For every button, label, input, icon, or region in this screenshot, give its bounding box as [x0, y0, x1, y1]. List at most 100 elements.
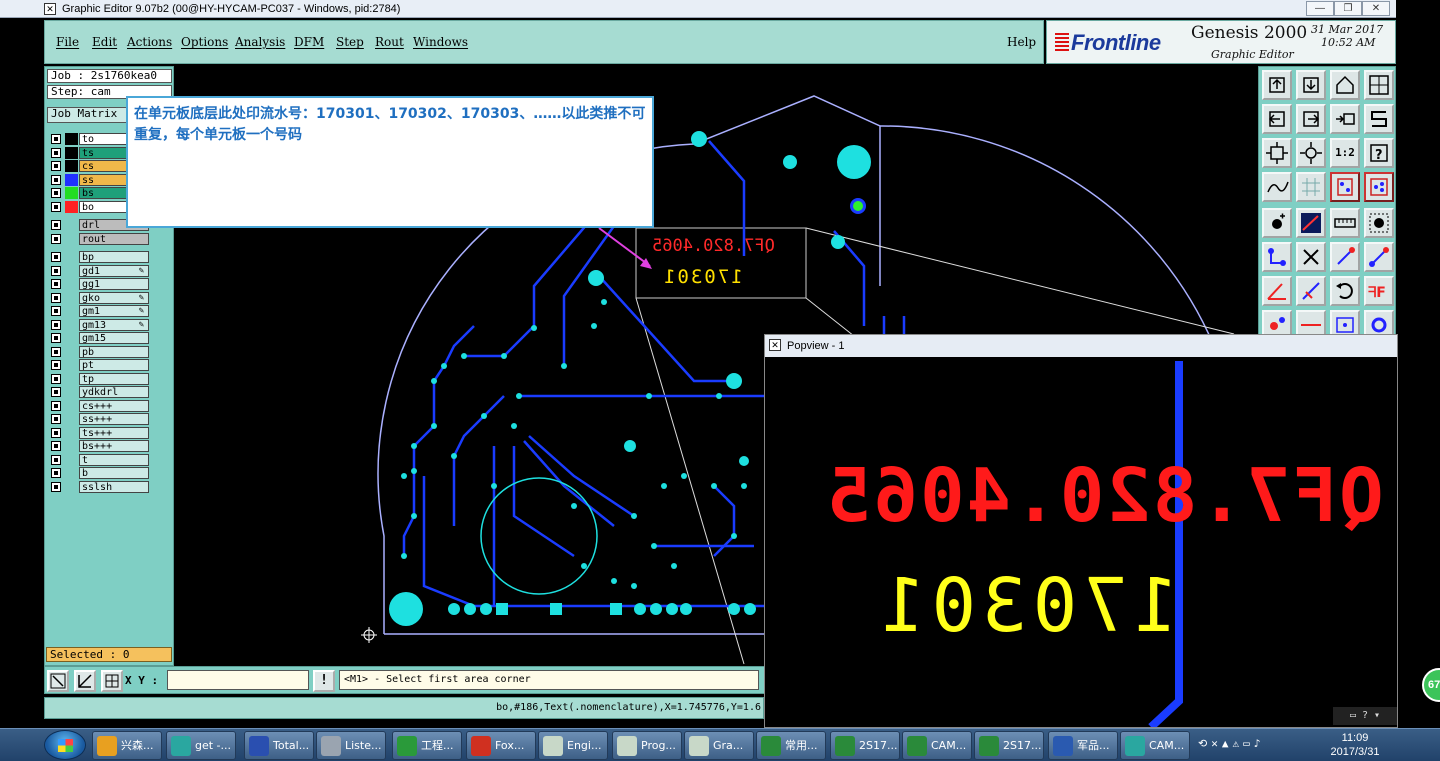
- layer-row-rout[interactable]: rout: [49, 232, 149, 245]
- layer-checkbox[interactable]: [51, 279, 61, 289]
- menu-file[interactable]: File: [56, 35, 79, 49]
- menu-options[interactable]: Options: [181, 35, 228, 49]
- taskbar-item[interactable]: Engi...: [538, 731, 608, 760]
- mirror-text-icon[interactable]: ᖷF: [1364, 276, 1394, 306]
- layer-checkbox[interactable]: [51, 174, 61, 185]
- layer-row-gm1[interactable]: gm1 ✎: [49, 305, 149, 317]
- measure-tool-button[interactable]: [74, 670, 96, 692]
- line-draw-icon[interactable]: [1296, 276, 1326, 306]
- layer-row-ydkdrl[interactable]: ydkdrl: [49, 386, 149, 398]
- grid-tool-button[interactable]: [101, 670, 123, 692]
- layer-checkbox[interactable]: [51, 188, 61, 198]
- taskbar-item[interactable]: CAM...: [1120, 731, 1190, 760]
- layer-row-gko[interactable]: gko ✎: [49, 291, 149, 304]
- taskbar-item[interactable]: Liste...: [316, 731, 386, 760]
- stretch-node-icon[interactable]: [1364, 242, 1394, 272]
- taskbar-item[interactable]: 2S17...: [830, 731, 900, 760]
- menu-analysis[interactable]: Analysis: [235, 35, 285, 49]
- layer-name[interactable]: pb: [79, 345, 149, 358]
- layer-color-swatch[interactable]: [65, 173, 78, 186]
- taskbar-item[interactable]: Gra...: [684, 731, 754, 760]
- layer-name[interactable]: b: [79, 467, 149, 479]
- layer-checkbox[interactable]: [51, 360, 61, 370]
- circle-select-icon[interactable]: [1364, 208, 1394, 238]
- split-view-icon[interactable]: [1364, 70, 1394, 100]
- layer-toggle-icon[interactable]: [1330, 172, 1360, 202]
- layer-row-gm13[interactable]: gm13 ✎: [49, 318, 149, 331]
- swap-icon[interactable]: [1330, 104, 1360, 134]
- layer-color-swatch[interactable]: [65, 200, 78, 213]
- layer-color-swatch[interactable]: [65, 146, 78, 159]
- layer-checkbox[interactable]: [51, 373, 61, 384]
- popview-window[interactable]: ✕ Popview - 1 QF7.820.4065 170301 ▭ ? ▾: [764, 334, 1398, 728]
- layer-name[interactable]: ss+++: [79, 413, 149, 425]
- move-node-icon[interactable]: [1330, 242, 1360, 272]
- taskbar-item[interactable]: 常用...: [756, 731, 826, 760]
- taskbar-item[interactable]: Total...: [244, 731, 314, 760]
- layer-color-swatch[interactable]: [65, 160, 78, 172]
- menu-edit[interactable]: Edit: [92, 35, 117, 49]
- clock[interactable]: 11:09 2017/3/31: [1322, 731, 1388, 759]
- layer-checkbox[interactable]: [51, 161, 61, 171]
- select-tool-button[interactable]: [47, 670, 69, 692]
- layer-checkbox[interactable]: [51, 252, 61, 262]
- layer-row-tsplusplusplus[interactable]: ts+++: [49, 426, 149, 439]
- layer-name[interactable]: ts+++: [79, 426, 149, 439]
- layer-checkbox[interactable]: [51, 387, 61, 397]
- layer-name[interactable]: gd1 ✎: [79, 264, 149, 277]
- house-icon[interactable]: [1330, 70, 1360, 100]
- layer-name[interactable]: gko ✎: [79, 291, 149, 304]
- pan-left-icon[interactable]: [1262, 104, 1292, 134]
- layer-row-bsplusplusplus[interactable]: bs+++: [49, 440, 149, 452]
- layer-checkbox[interactable]: [51, 292, 61, 303]
- layer-color-swatch[interactable]: [65, 187, 78, 199]
- layer-name[interactable]: bs+++: [79, 440, 149, 452]
- pad-tool-icon[interactable]: [1262, 310, 1292, 336]
- home-up-icon[interactable]: [1262, 70, 1292, 100]
- layer-row-t[interactable]: t: [49, 453, 149, 466]
- layer-row-tp[interactable]: tp: [49, 372, 149, 385]
- layer-checkbox[interactable]: [51, 220, 61, 230]
- menu-windows[interactable]: Windows: [413, 35, 468, 49]
- layer-checkbox[interactable]: [51, 414, 61, 424]
- taskbar-item[interactable]: Prog...: [612, 731, 682, 760]
- taskbar-item[interactable]: 工程...: [392, 731, 462, 760]
- graph-tool-icon[interactable]: [1262, 172, 1292, 202]
- pad-add-icon[interactable]: [1262, 208, 1292, 238]
- layer-row-bp[interactable]: bp: [49, 251, 149, 263]
- layer-checkbox[interactable]: [51, 147, 61, 158]
- menu-rout[interactable]: Rout: [375, 35, 404, 49]
- taskbar-item[interactable]: 军品...: [1048, 731, 1118, 760]
- taskbar-item[interactable]: CAM...: [902, 731, 972, 760]
- minimize-button[interactable]: —: [1306, 1, 1334, 16]
- layer-checkbox[interactable]: [51, 481, 61, 492]
- alert-icon[interactable]: !: [313, 670, 335, 692]
- layer-name[interactable]: sslsh: [79, 480, 149, 493]
- menu-help[interactable]: Help: [1007, 35, 1036, 49]
- layer-checkbox[interactable]: [51, 454, 61, 465]
- taskbar-item[interactable]: 兴森...: [92, 731, 162, 760]
- layer-name[interactable]: pt: [79, 359, 149, 371]
- maximize-button[interactable]: ❐: [1334, 1, 1362, 16]
- layer-checkbox[interactable]: [51, 346, 61, 357]
- xy-input[interactable]: [167, 670, 309, 690]
- layer-checkbox[interactable]: [51, 233, 61, 244]
- layer-checkbox[interactable]: [51, 134, 61, 144]
- layer-name[interactable]: tp: [79, 372, 149, 385]
- snake-icon[interactable]: [1364, 104, 1394, 134]
- layer-checkbox[interactable]: [51, 265, 61, 276]
- line-tool-icon[interactable]: [1296, 310, 1326, 336]
- node-connect-icon[interactable]: [1262, 242, 1292, 272]
- pan-right-icon[interactable]: [1296, 104, 1326, 134]
- grid-icon[interactable]: [1296, 172, 1326, 202]
- close-button[interactable]: ✕: [1362, 1, 1390, 16]
- floating-badge[interactable]: 67: [1422, 668, 1440, 702]
- layer-name[interactable]: t: [79, 453, 149, 466]
- layer-checkbox[interactable]: [51, 400, 61, 411]
- layer-name[interactable]: gm15: [79, 332, 149, 344]
- popview-canvas[interactable]: QF7.820.4065 170301 ▭ ? ▾: [771, 361, 1397, 727]
- scale-1-2-icon[interactable]: 1:2: [1330, 138, 1360, 168]
- menu-dfm[interactable]: DFM: [294, 35, 324, 49]
- angle-icon[interactable]: [1262, 276, 1292, 306]
- taskbar-item[interactable]: Fox...: [466, 731, 536, 760]
